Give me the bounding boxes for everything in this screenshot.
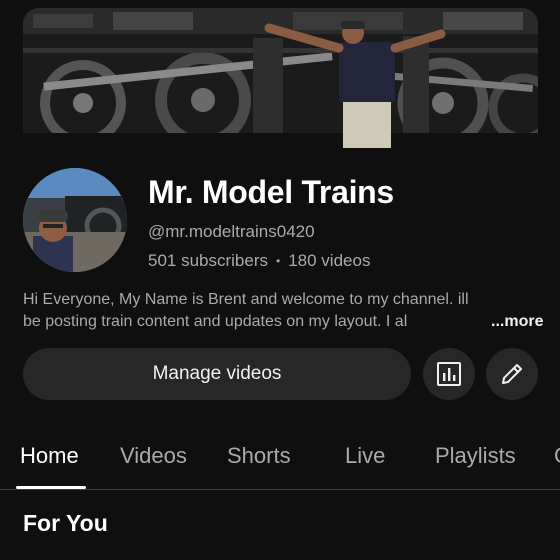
- tab-live[interactable]: Live: [345, 443, 385, 469]
- channel-handle: @mr.modeltrains0420: [148, 222, 315, 241]
- description-fade: [423, 311, 463, 333]
- channel-name: Mr. Model Trains: [148, 174, 394, 210]
- subscriber-count: 501 subscribers: [148, 251, 269, 270]
- avatar-image: [23, 168, 127, 272]
- more-link[interactable]: ...more: [491, 311, 543, 333]
- description-line-2: be posting train content and updates on …: [23, 311, 463, 333]
- tab-shorts[interactable]: Shorts: [227, 443, 291, 469]
- channel-avatar[interactable]: [23, 168, 127, 272]
- channel-description[interactable]: Hi Everyone, My Name is Brent and welcom…: [23, 289, 543, 333]
- tab-playlists[interactable]: Playlists: [435, 443, 516, 469]
- description-line-2-text: be posting train content and updates on …: [23, 313, 408, 330]
- channel-page: Mr. Model Trains @mr.modeltrains0420 501…: [0, 0, 560, 560]
- channel-banner: [23, 8, 538, 150]
- description-line-1: Hi Everyone, My Name is Brent and welcom…: [23, 291, 469, 308]
- tabs-divider: [0, 489, 560, 490]
- channel-tabs: Home Videos Shorts Live Playlists C: [0, 440, 560, 490]
- section-title: For You: [23, 510, 108, 536]
- analytics-icon: [437, 362, 461, 386]
- banner-image: [23, 8, 538, 150]
- channel-stats: 501 subscribers • 180 videos: [148, 251, 370, 271]
- stats-separator: •: [276, 254, 281, 268]
- analytics-button[interactable]: [423, 348, 475, 400]
- video-count: 180 videos: [288, 251, 371, 270]
- manage-videos-button[interactable]: Manage videos: [23, 348, 411, 400]
- pencil-icon: [502, 364, 522, 384]
- edit-channel-button[interactable]: [486, 348, 538, 400]
- tab-community[interactable]: C: [554, 443, 560, 469]
- tab-home[interactable]: Home: [20, 443, 79, 469]
- tab-videos[interactable]: Videos: [120, 443, 187, 469]
